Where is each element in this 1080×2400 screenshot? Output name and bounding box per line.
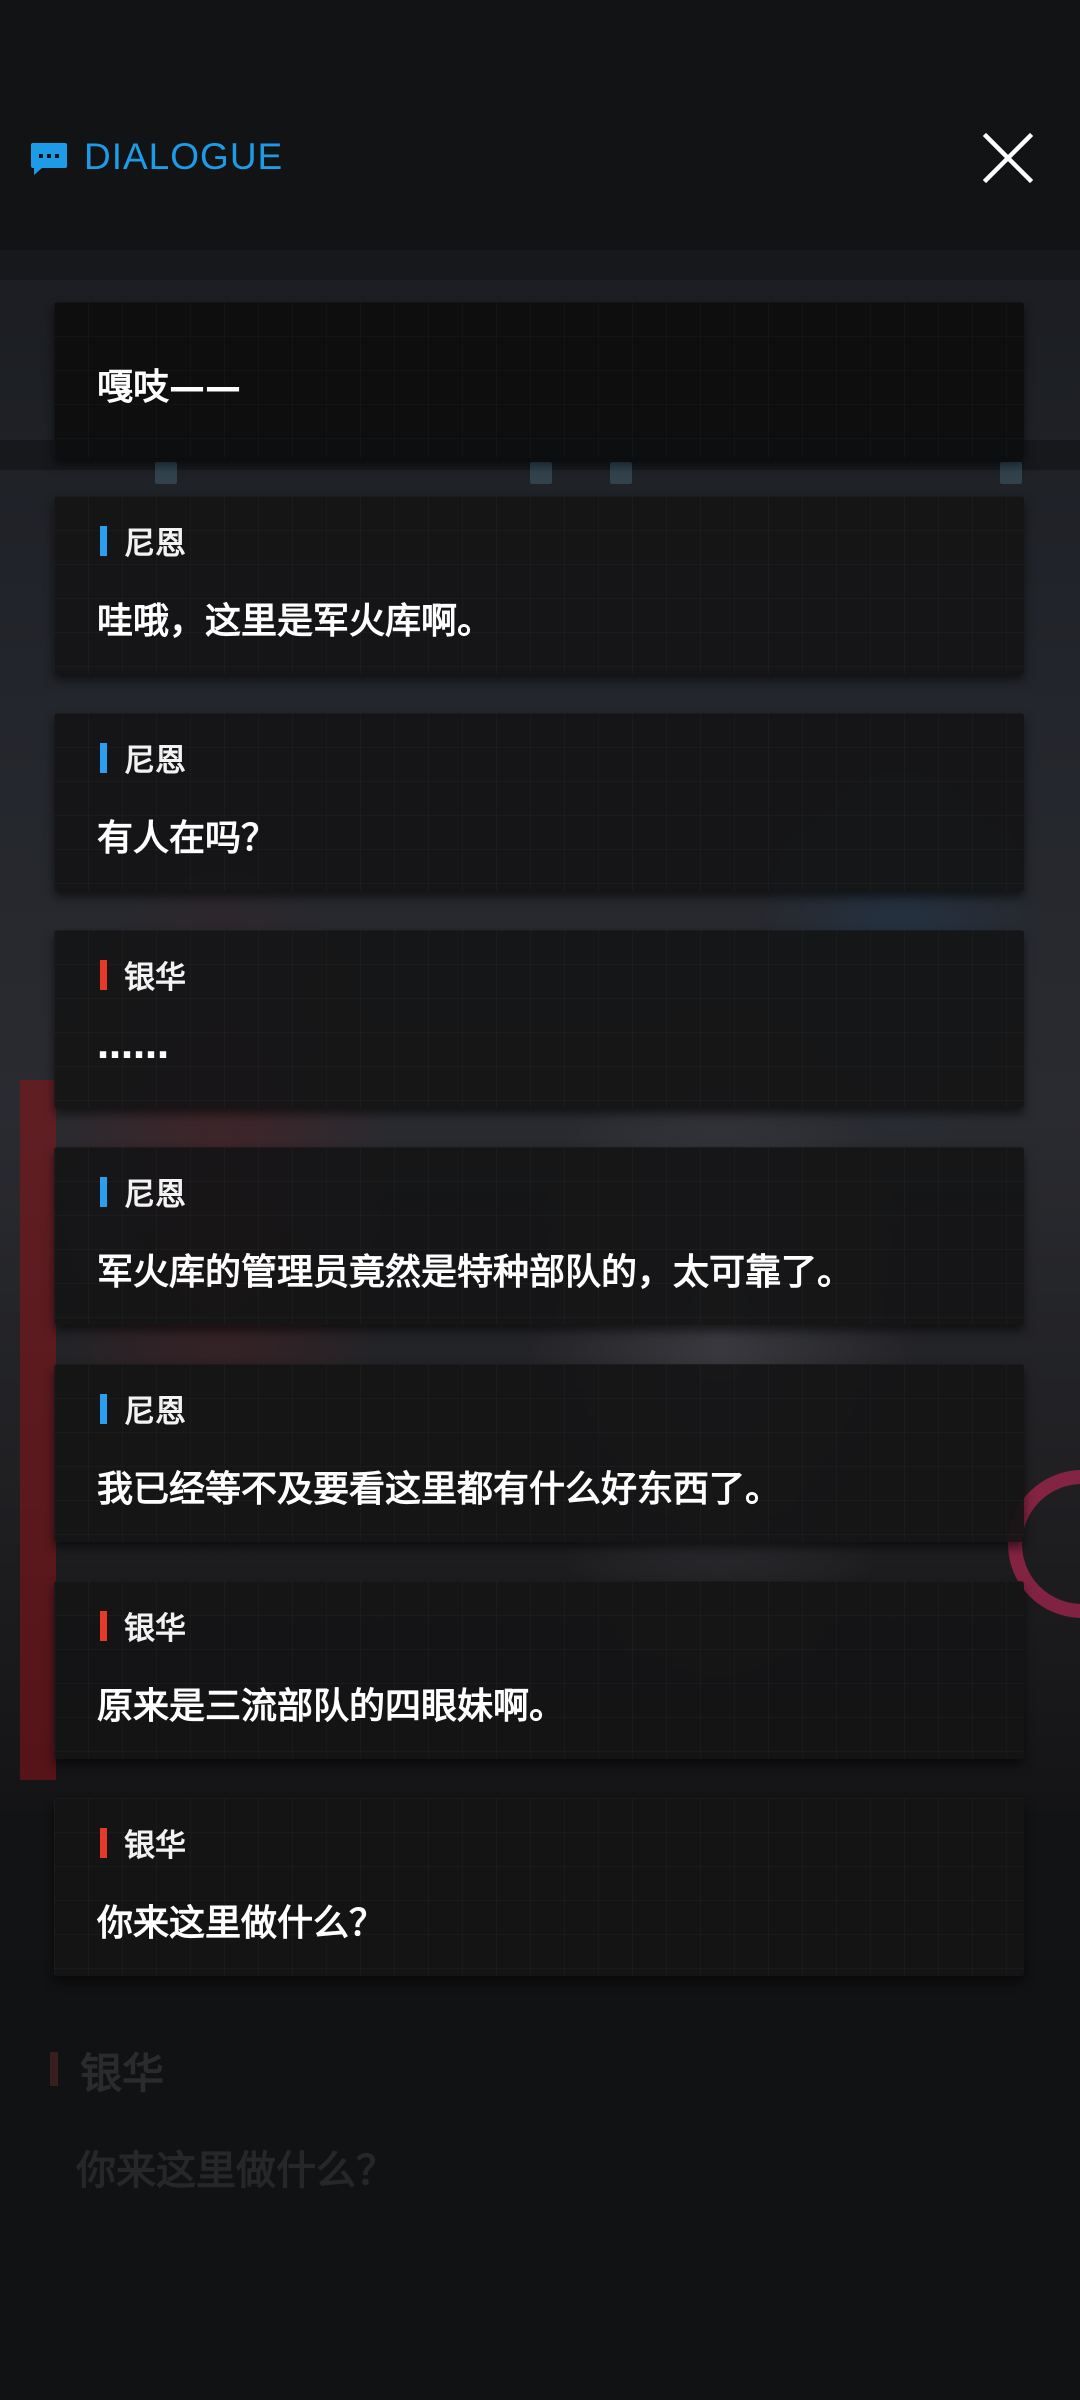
chat-bubble-icon (31, 143, 67, 175)
scene-light (530, 462, 552, 484)
speaker-marker (100, 1394, 107, 1424)
close-icon[interactable] (980, 130, 1036, 186)
dialogue-text: 哇哦，这里是军火库啊。 (97, 601, 494, 642)
dialogue-text: 军火库的管理员竟然是特种部队的，太可靠了。 (97, 1252, 854, 1293)
speaker-name: 尼恩 (124, 526, 186, 562)
dialogue-text: 嘎吱—— (97, 367, 242, 408)
speaker-name: 银华 (124, 1611, 186, 1647)
dialogue-text: 我已经等不及要看这里都有什么好东西了。 (97, 1469, 782, 1510)
speaker-name: 尼恩 (124, 1394, 186, 1430)
speaker-marker (100, 1611, 107, 1641)
speaker-name: 银华 (124, 1828, 186, 1864)
scene-light (610, 462, 632, 484)
scene-wall-band (0, 250, 1080, 280)
dialogue-log-screen: 银华 你来这里做什么？ DIALOGUE 嘎吱—— 尼恩 哇哦，这里是军火库啊。… (0, 0, 1080, 2400)
dialogue-text: 有人在吗？ (97, 818, 278, 859)
speaker-marker (100, 960, 107, 990)
background-speaker-marker (50, 2052, 58, 2086)
background-speaker-name: 银华 (80, 2049, 165, 2098)
speaker-marker (100, 526, 107, 556)
scene-figure-shape (20, 1080, 56, 1780)
dialogue-text: …… (97, 1026, 169, 1067)
dialogue-entry-narration: 嘎吱—— (54, 302, 1024, 458)
dialogue-entry: 银华 你来这里做什么？ (54, 1798, 1024, 1976)
dialogue-text: 原来是三流部队的四眼妹啊。 (97, 1686, 566, 1727)
speaker-marker (100, 743, 107, 773)
background-dialogue-text: 你来这里做什么？ (76, 2148, 396, 2194)
speaker-marker (100, 1177, 107, 1207)
speaker-name: 尼恩 (124, 1177, 186, 1213)
scene-light (1000, 462, 1022, 484)
dialogue-title: DIALOGUE (84, 136, 284, 177)
dialogue-entry: 尼恩 我已经等不及要看这里都有什么好东西了。 (54, 1364, 1024, 1542)
dialogue-text: 你来这里做什么？ (97, 1903, 386, 1944)
dialogue-header: DIALOGUE (0, 120, 1080, 200)
speaker-marker (100, 1828, 107, 1858)
dialogue-entry: 尼恩 有人在吗？ (54, 713, 1024, 891)
dialogue-entry: 银华 原来是三流部队的四眼妹啊。 (54, 1581, 1024, 1759)
dialogue-entry: 尼恩 哇哦，这里是军火库啊。 (54, 496, 1024, 674)
dialogue-entry: 尼恩 军火库的管理员竟然是特种部队的，太可靠了。 (54, 1147, 1024, 1325)
speaker-name: 银华 (124, 960, 186, 996)
dialogue-entry: 银华 …… (54, 930, 1024, 1108)
scene-light (155, 462, 177, 484)
speaker-name: 尼恩 (124, 743, 186, 779)
